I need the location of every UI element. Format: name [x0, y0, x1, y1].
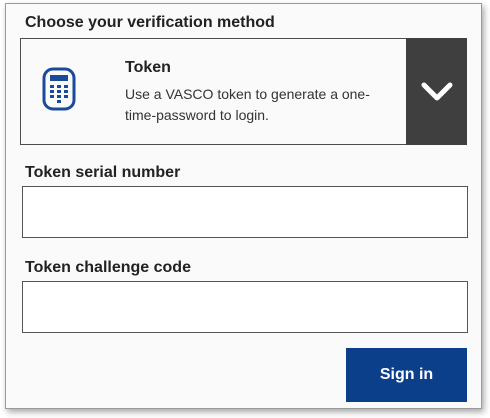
token-calculator-icon [42, 67, 76, 111]
method-description: Use a VASCO token to generate a one-time… [125, 86, 370, 123]
verification-panel: Choose your verification method Token Us… [5, 3, 482, 409]
serial-number-label: Token serial number [25, 164, 181, 181]
method-title: Token [125, 59, 171, 76]
sign-in-button[interactable]: Sign in [346, 348, 467, 402]
verification-method-select[interactable]: Token Use a VASCO token to generate a on… [20, 38, 467, 145]
serial-number-field[interactable] [22, 186, 468, 238]
method-dropdown-button[interactable] [406, 38, 467, 145]
page-title: Choose your verification method [25, 14, 275, 31]
challenge-code-field[interactable] [22, 281, 468, 333]
chevron-down-icon [421, 82, 452, 100]
challenge-code-label: Token challenge code [25, 259, 191, 276]
